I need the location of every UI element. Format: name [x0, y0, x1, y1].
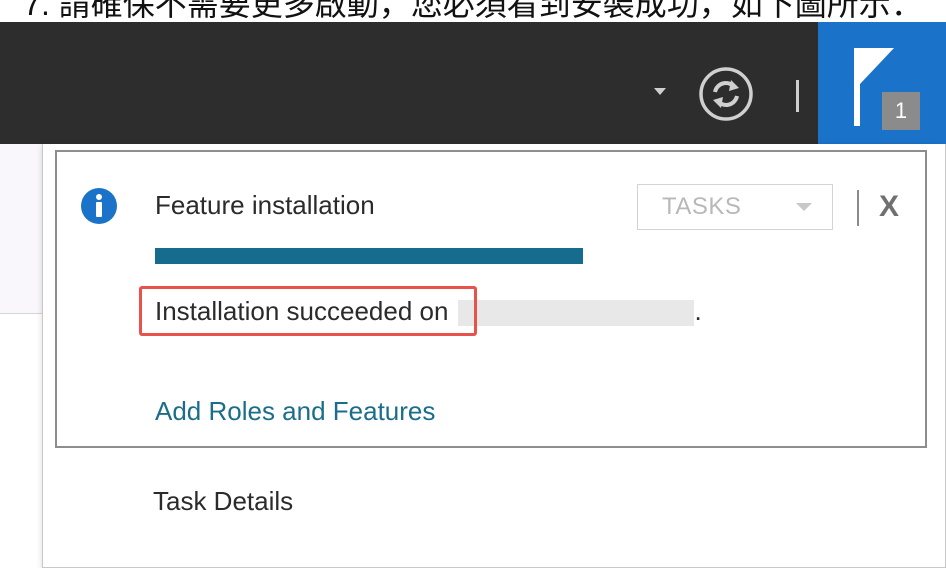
notifications-panel: Feature installation TASKS X Installatio…: [42, 144, 946, 568]
progress-bar: [155, 248, 583, 264]
close-button[interactable]: X: [879, 190, 899, 224]
divider: [857, 190, 859, 226]
info-icon: [81, 188, 117, 224]
notification-card: Feature installation TASKS X Installatio…: [55, 150, 927, 448]
tasks-label: TASKS: [662, 193, 742, 220]
toolbar-separator: [796, 80, 799, 112]
top-toolbar: [0, 14, 946, 144]
redacted-server-name: [458, 300, 695, 327]
add-roles-and-features-link[interactable]: Add Roles and Features: [155, 396, 435, 427]
chevron-down-icon: [796, 203, 812, 211]
tasks-dropdown-button[interactable]: TASKS: [637, 184, 833, 230]
chevron-down-icon[interactable]: [654, 88, 666, 95]
task-details-link[interactable]: Task Details: [153, 486, 293, 517]
highlight-box: [139, 286, 477, 336]
caption-text: 7. 請確保不需要更多啟動，您必須看到安裝成功，如下圖所示：: [0, 0, 946, 22]
status-period: .: [694, 296, 702, 326]
refresh-icon[interactable]: [698, 66, 754, 122]
progress-fill: [155, 248, 583, 264]
notifications-flag-button[interactable]: 1: [818, 14, 946, 144]
notification-title: Feature installation: [155, 190, 375, 220]
notification-count-badge: 1: [882, 92, 920, 130]
